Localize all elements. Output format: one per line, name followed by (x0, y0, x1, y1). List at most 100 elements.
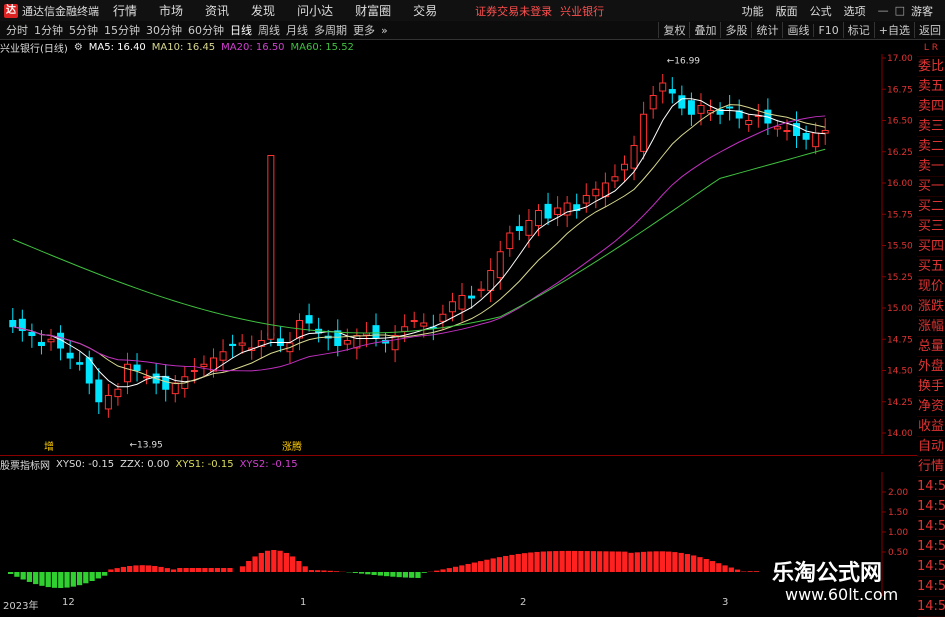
indicator-bar (647, 552, 652, 572)
menu-news[interactable]: 资讯 (205, 2, 229, 19)
sidebar-item[interactable]: 收益 (917, 417, 945, 437)
indicator-bar (165, 568, 170, 572)
candle-body (478, 289, 484, 290)
sidebar-item[interactable]: 现价 (917, 277, 945, 297)
candle-body (497, 252, 503, 278)
sidebar-item[interactable]: 自动 (917, 437, 945, 457)
back-button[interactable]: 返回 (914, 22, 945, 38)
period-daily[interactable]: 日线 (230, 22, 252, 38)
indicator-bar (691, 555, 696, 572)
indicator-bar (566, 551, 571, 572)
indicator-bar (127, 566, 132, 572)
menu-quotes[interactable]: 行情 (113, 2, 137, 19)
menu-market[interactable]: 市场 (159, 2, 183, 19)
indicator-bar (453, 567, 458, 572)
menu-ask[interactable]: 问小达 (297, 2, 333, 19)
f10-button[interactable]: F10 (813, 24, 842, 37)
indicator-bar (672, 552, 677, 572)
candle-body (545, 204, 551, 218)
indicator-bar (628, 553, 633, 572)
options-button[interactable]: 选项 (844, 3, 866, 19)
sidebar-item[interactable]: 涨幅 (917, 317, 945, 337)
period-intraday[interactable]: 分时 (6, 22, 28, 38)
mark-button[interactable]: 标记 (843, 22, 874, 38)
sidebar-item[interactable]: 换手 (917, 377, 945, 397)
multi-stock-button[interactable]: 多股 (720, 22, 751, 38)
candle-body (822, 131, 828, 134)
sidebar-item[interactable]: 行情 (917, 457, 945, 477)
period-30min[interactable]: 30分钟 (146, 22, 182, 38)
period-60min[interactable]: 60分钟 (188, 22, 224, 38)
candle-body (784, 131, 790, 132)
statistics-button[interactable]: 统计 (751, 22, 782, 38)
period-15min[interactable]: 15分钟 (104, 22, 140, 38)
sidebar-item[interactable]: 卖三 (917, 117, 945, 137)
maximize-icon[interactable]: □ (895, 4, 905, 17)
sidebar-item[interactable]: 卖一 (917, 157, 945, 177)
price-tick-label: 15.25 (887, 273, 913, 283)
function-button[interactable]: 功能 (742, 3, 764, 19)
candle-body (230, 344, 236, 345)
indicator-bar (21, 572, 26, 579)
sidebar-item[interactable]: 净资 (917, 397, 945, 417)
menu-discover[interactable]: 发现 (251, 2, 275, 19)
indicator-bar (697, 557, 702, 572)
sidebar-item[interactable]: 卖五 (917, 77, 945, 97)
ma5-line (13, 99, 825, 387)
candle-body (698, 106, 704, 114)
guest-label[interactable]: 游客 (911, 3, 933, 19)
indicator-bar (722, 565, 727, 572)
layout-button[interactable]: 版面 (776, 3, 798, 19)
candle-body (29, 332, 35, 335)
indicator-bar (478, 561, 483, 572)
minimize-icon[interactable]: — (878, 4, 889, 17)
indicator-xys2: XYS2: -0.15 (240, 459, 298, 470)
sidebar-item[interactable]: 委比 (917, 57, 945, 77)
indicator-bar (102, 572, 107, 576)
add-watchlist-button[interactable]: +自选 (874, 22, 914, 38)
formula-button[interactable]: 公式 (810, 3, 832, 19)
indicator-bar (559, 551, 564, 572)
candle-body (163, 376, 169, 389)
sidebar-item[interactable]: 卖四 (917, 97, 945, 117)
overlay-button[interactable]: 叠加 (689, 22, 720, 38)
indicator-bar (553, 551, 558, 572)
sidebar-item[interactable]: 买二 (917, 197, 945, 217)
period-multi[interactable]: 多周期 (314, 22, 347, 38)
draw-line-button[interactable]: 画线 (782, 22, 813, 38)
price-tick-label: 16.75 (887, 85, 913, 95)
menu-trade[interactable]: 交易 (413, 2, 437, 19)
indicator-bar (472, 563, 477, 572)
kline-chart[interactable]: 17.0016.7516.5016.2516.0015.7515.5015.25… (0, 54, 917, 454)
indicator-bar (215, 568, 220, 572)
candle-body (507, 233, 513, 249)
sidebar-toggle[interactable]: L R (917, 40, 945, 57)
sidebar-item[interactable]: 买一 (917, 177, 945, 197)
ma60-value: MA60: 15.52 (291, 42, 354, 53)
watermark: 乐淘公式网 www.60lt.com (750, 555, 945, 609)
indicator-bar (158, 567, 163, 572)
indicator-bar (64, 572, 69, 588)
period-monthly[interactable]: 月线 (286, 22, 308, 38)
sub-tick-label: 1.50 (888, 508, 908, 518)
menu-wealth[interactable]: 财富圈 (355, 2, 391, 19)
sidebar-item[interactable]: 买三 (917, 217, 945, 237)
period-more[interactable]: 更多 (353, 22, 375, 38)
sidebar-item[interactable]: 卖二 (917, 137, 945, 157)
chevron-right-icon[interactable]: » (381, 24, 388, 37)
period-weekly[interactable]: 周线 (258, 22, 280, 38)
gear-icon[interactable]: ⚙ (74, 42, 83, 53)
sidebar-item[interactable]: 涨跌 (917, 297, 945, 317)
period-1min[interactable]: 1分钟 (34, 22, 63, 38)
login-notice[interactable]: 证券交易未登录 (475, 3, 552, 19)
sidebar-item[interactable]: 外盘 (917, 357, 945, 377)
adjust-button[interactable]: 复权 (658, 22, 689, 38)
indicator-bar (641, 552, 646, 572)
sidebar-item[interactable]: 总量 (917, 337, 945, 357)
sidebar-item[interactable]: 买四 (917, 237, 945, 257)
indicator-bar (578, 551, 583, 572)
sidebar-item[interactable]: 买五 (917, 257, 945, 277)
candle-body (803, 133, 809, 139)
period-5min[interactable]: 5分钟 (69, 22, 98, 38)
indicator-title: 股票指标网 (0, 457, 50, 472)
